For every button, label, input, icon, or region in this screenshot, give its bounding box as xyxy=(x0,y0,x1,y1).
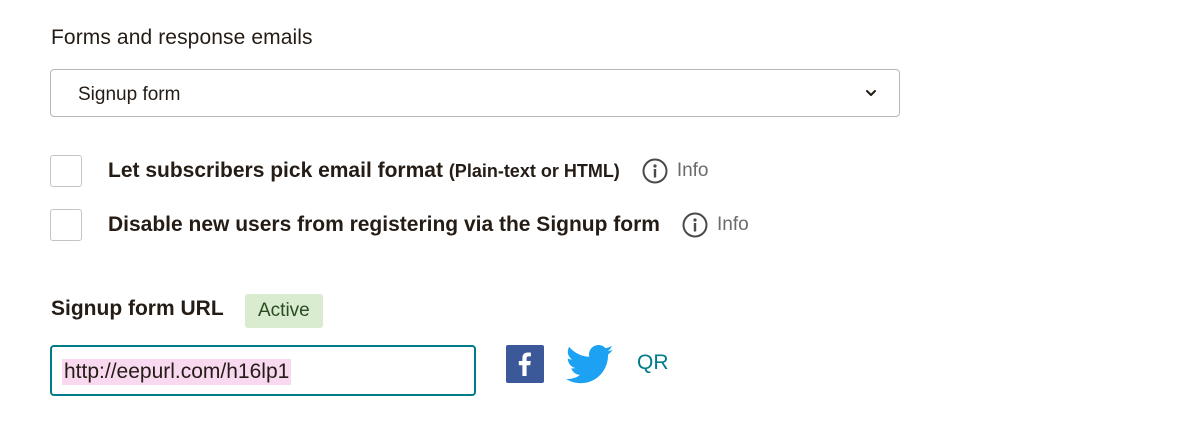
facebook-icon xyxy=(518,352,531,376)
option-row-email-format: Let subscribers pick email format (Plain… xyxy=(50,153,709,189)
twitter-icon xyxy=(565,345,614,384)
email-format-checkbox[interactable] xyxy=(50,155,82,187)
facebook-share-button[interactable] xyxy=(506,345,544,383)
disable-registration-label: Disable new users from registering via t… xyxy=(108,213,660,236)
email-format-info[interactable]: Info xyxy=(642,158,709,184)
form-select-value: Signup form xyxy=(78,84,181,105)
email-format-label-suffix: (Plain-text or HTML) xyxy=(448,161,620,181)
qr-link[interactable]: QR xyxy=(637,351,669,375)
email-format-label: Let subscribers pick email format (Plain… xyxy=(108,159,620,183)
info-icon xyxy=(682,212,708,238)
chevron-down-icon xyxy=(866,90,876,96)
signup-url-field[interactable]: http://eepurl.com/h16lp1 xyxy=(50,345,476,396)
signup-url-title: Signup form URL xyxy=(51,297,224,320)
disable-registration-info[interactable]: Info xyxy=(682,212,749,238)
twitter-share-button[interactable] xyxy=(565,345,614,385)
status-badge: Active xyxy=(245,294,323,328)
email-format-label-text: Let subscribers pick email format xyxy=(108,159,443,182)
section-title: Forms and response emails xyxy=(51,26,313,49)
info-label: Info xyxy=(676,160,709,181)
info-icon xyxy=(642,158,668,184)
disable-registration-checkbox[interactable] xyxy=(50,209,82,241)
form-select[interactable]: Signup form xyxy=(50,69,900,117)
info-label: Info xyxy=(716,214,749,235)
signup-url-value: http://eepurl.com/h16lp1 xyxy=(62,359,292,385)
option-row-disable-registration: Disable new users from registering via t… xyxy=(50,207,749,243)
